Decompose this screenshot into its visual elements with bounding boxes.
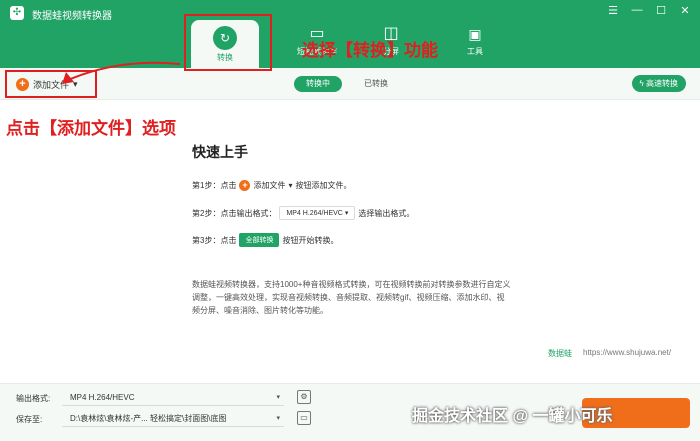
step1-button-label: 添加文件 [253,181,286,190]
step1-suffix: 按钮添加文件。 [295,181,352,190]
format-settings-icon[interactable]: ⚙ [297,390,311,404]
watermark-text: 掘金技术社区 @ 一罐小可乐 [412,408,613,425]
step3-suffix: 按钮开始转换。 [282,235,339,245]
step2-prefix: 第2步：点击输出格式： [192,208,277,218]
guide-step-1: 第1步：点击 + 添加文件 ▾ 按钮添加文件。 [192,180,351,191]
save-to-select[interactable]: D:\袁林炫\袁林炫-产... 轻松搞定\封面图\底图 ▾ [62,410,284,427]
chevron-down-icon: ▾ [288,181,293,190]
step1-prefix: 第1步：点击 [192,181,237,190]
plus-icon: + [239,180,251,191]
output-format-label: 输出格式: [16,394,51,403]
save-to-label: 保存至: [16,415,43,424]
step2-format-chip: MP4 H.264/HEVC ▾ [279,206,356,220]
annotation-arrow [62,61,181,84]
output-format-value: MP4 H.264/HEVC [70,393,135,402]
save-to-value: D:\袁林炫\袁林炫-产... 轻松搞定\封面图\底图 [70,414,227,423]
guide-description: 数据蛙视频转换器，支持1000+种音视频格式转换，可在视频转换前对转换参数进行自… [192,280,511,315]
chevron-down-icon: ▾ [276,415,280,422]
brand-name: 数据蛙 [548,349,572,358]
step3-prefix: 第3步：点击 [192,235,237,245]
brand-url[interactable]: https://www.shujuwa.net/ [583,348,671,357]
guide-title: 快速上手 [192,144,248,160]
step2-format: MP4 H.264/HEVC [286,210,343,217]
chevron-down-icon: ▾ [276,394,280,401]
step2-suffix: 选择输出格式。 [358,208,415,218]
output-format-select[interactable]: MP4 H.264/HEVC ▾ [62,389,284,406]
folder-icon[interactable]: ▭ [297,411,311,425]
guide-step-3: 第3步：点击 全部转换 按钮开始转换。 [192,233,338,247]
guide-step-2: 第2步：点击输出格式： MP4 H.264/HEVC ▾ 选择输出格式。 [192,206,414,220]
step3-button-chip: 全部转换 [239,233,280,247]
